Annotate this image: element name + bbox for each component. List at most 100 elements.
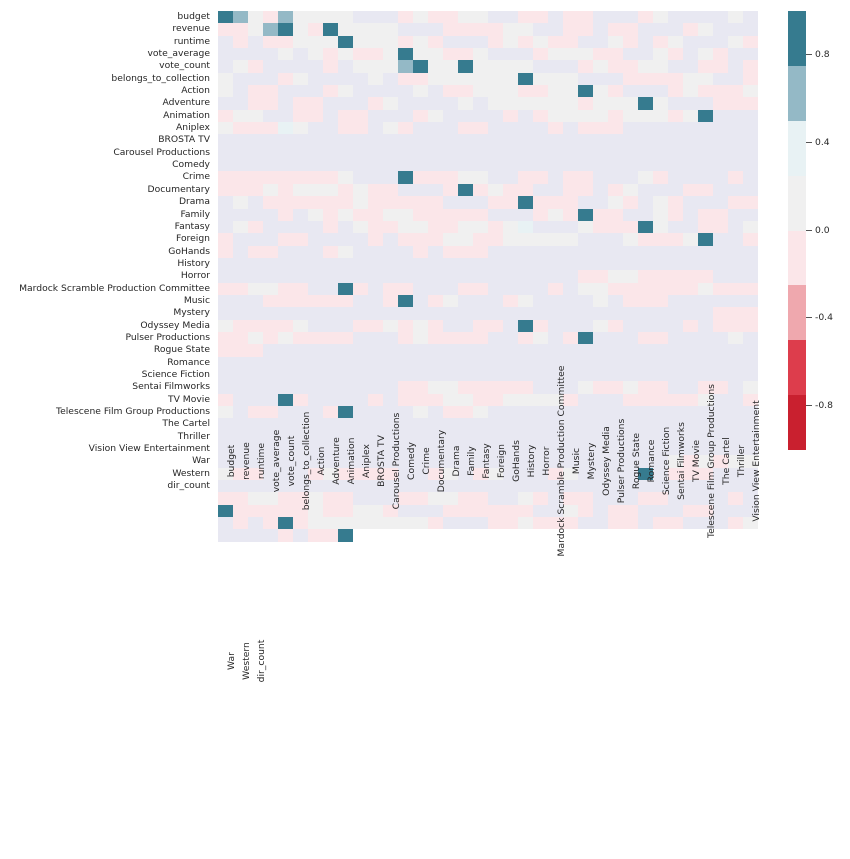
y-axis-tick-label: Mystery — [173, 307, 210, 319]
heatmap-cell — [218, 171, 233, 184]
heatmap-cell — [368, 270, 383, 283]
heatmap-cell — [443, 393, 458, 406]
heatmap-cell — [443, 270, 458, 283]
heatmap-cell — [323, 183, 338, 197]
heatmap-cell — [413, 356, 428, 369]
heatmap-cell — [503, 11, 518, 24]
heatmap-cell — [653, 11, 668, 24]
heatmap-cell — [308, 35, 323, 49]
heatmap-cell — [338, 11, 353, 24]
y-axis-tick-label: vote_count — [159, 60, 210, 72]
heatmap-cell — [713, 356, 728, 369]
heatmap-cell — [353, 368, 368, 382]
heatmap-cell — [563, 134, 578, 147]
heatmap-cell — [428, 344, 443, 357]
heatmap-cell — [263, 307, 278, 320]
heatmap-cell — [488, 368, 503, 382]
heatmap-cell — [293, 183, 308, 197]
heatmap-cell — [473, 171, 488, 184]
heatmap-cell — [533, 430, 548, 444]
x-axis-tick-label: Thriller — [735, 444, 747, 478]
heatmap-cell — [428, 220, 443, 234]
heatmap-cell — [248, 85, 263, 98]
x-axis-tick-label: Drama — [450, 445, 462, 477]
heatmap-cell — [218, 134, 233, 147]
heatmap-cell — [473, 11, 488, 24]
heatmap-cell — [428, 368, 443, 382]
heatmap-cell — [308, 282, 323, 295]
heatmap-cell — [443, 196, 458, 209]
heatmap-cell — [623, 307, 638, 320]
heatmap-cell — [653, 393, 668, 406]
heatmap-cell — [608, 85, 623, 98]
heatmap-cell — [593, 60, 608, 73]
heatmap-cell — [623, 319, 638, 332]
heatmap-cell — [698, 356, 713, 369]
heatmap-cell — [338, 319, 353, 332]
heatmap-cell — [593, 48, 608, 61]
heatmap-cell — [548, 134, 563, 147]
heatmap-cell — [383, 331, 398, 345]
heatmap-cell — [443, 307, 458, 320]
heatmap-cell — [638, 35, 653, 49]
heatmap-cell — [248, 208, 263, 221]
heatmap-cell — [548, 294, 563, 308]
heatmap-cell — [683, 331, 698, 345]
y-axis-tick-label: Fantasy — [174, 220, 210, 232]
heatmap-cell — [338, 48, 353, 61]
heatmap-cell — [563, 344, 578, 357]
heatmap-cell — [743, 122, 758, 135]
heatmap-cell — [413, 331, 428, 345]
heatmap-cell — [593, 406, 608, 419]
heatmap-cell — [713, 282, 728, 295]
heatmap-cell — [473, 331, 488, 345]
x-axis-tick-label: budget — [225, 444, 237, 478]
heatmap-cell — [668, 97, 683, 110]
heatmap-cell — [323, 220, 338, 234]
heatmap-cell — [218, 245, 233, 258]
heatmap-cell — [518, 356, 533, 369]
heatmap-cell — [428, 97, 443, 110]
heatmap-cell — [563, 35, 578, 49]
heatmap-cell — [248, 368, 263, 382]
heatmap-cell — [503, 418, 518, 431]
heatmap-cell — [533, 72, 548, 86]
heatmap-cell — [458, 356, 473, 369]
heatmap-cell — [473, 430, 488, 444]
heatmap-cell — [653, 233, 668, 246]
heatmap-cell — [233, 319, 248, 332]
heatmap-cell — [443, 406, 458, 419]
heatmap-cell — [338, 85, 353, 98]
heatmap-cell — [698, 35, 713, 49]
heatmap-cell — [668, 183, 683, 197]
heatmap-cell — [413, 60, 428, 73]
heatmap-cell — [728, 282, 743, 295]
heatmap-cell — [608, 97, 623, 110]
heatmap-cell — [593, 23, 608, 36]
heatmap-cell — [713, 122, 728, 135]
heatmap-cell — [323, 196, 338, 209]
heatmap-cell — [683, 381, 698, 394]
heatmap-cell — [413, 220, 428, 234]
heatmap-cell — [518, 368, 533, 382]
heatmap-cell — [578, 393, 593, 406]
heatmap-cell — [743, 109, 758, 123]
heatmap-cell — [443, 319, 458, 332]
colorbar-tick: -0.4 — [806, 313, 833, 323]
heatmap-cell — [278, 257, 293, 271]
heatmap-cell — [728, 319, 743, 332]
heatmap-cell — [413, 109, 428, 123]
heatmap-cell — [383, 23, 398, 36]
heatmap-cell — [518, 406, 533, 419]
heatmap-cell — [323, 294, 338, 308]
heatmap-cell — [683, 406, 698, 419]
heatmap-cell — [398, 35, 413, 49]
heatmap-cell — [398, 245, 413, 258]
heatmap-cell — [683, 196, 698, 209]
heatmap-cell — [563, 257, 578, 271]
heatmap-cell — [743, 381, 758, 394]
heatmap-cell — [698, 307, 713, 320]
heatmap-cell — [638, 134, 653, 147]
heatmap-cell — [428, 331, 443, 345]
heatmap-cell — [578, 418, 593, 431]
